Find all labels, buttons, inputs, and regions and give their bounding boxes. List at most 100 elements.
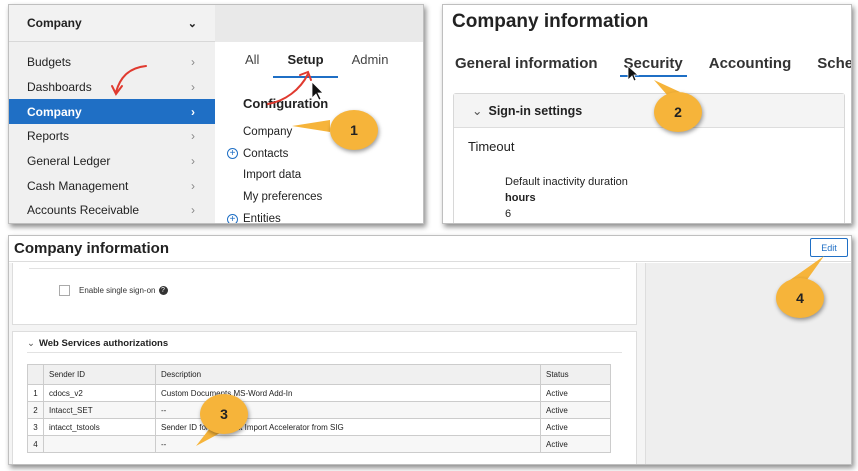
column-header[interactable]: Description bbox=[155, 364, 541, 385]
sidebar-item-label: Accounts Receivable bbox=[27, 203, 140, 218]
step-marker-1: 1 bbox=[330, 110, 378, 150]
sidebar: Company ⌄ Budgets › Dashboards › Company › … bbox=[9, 5, 215, 223]
web-services-header[interactable]: ⌄ Web Services authorizations bbox=[27, 338, 168, 349]
menu-item-entities[interactable]: + Entities bbox=[227, 208, 423, 224]
menu-item-label: Entities bbox=[243, 213, 281, 224]
sender-id-cell: cdocs_v2 bbox=[43, 384, 156, 402]
edit-button[interactable]: Edit bbox=[810, 238, 848, 257]
sidebar-item-cash-management[interactable]: Cash Management › bbox=[9, 173, 215, 198]
status-cell: Active bbox=[540, 401, 611, 419]
column-header[interactable]: Sender ID bbox=[43, 364, 156, 385]
chevron-down-icon[interactable]: ⌄ bbox=[27, 338, 35, 349]
section-title: Sign-in settings bbox=[488, 103, 583, 118]
sidebar-header[interactable]: Company ⌄ bbox=[9, 5, 215, 42]
step-marker-2: 2 bbox=[654, 92, 702, 132]
column-header bbox=[27, 364, 44, 385]
sidebar-item-reports[interactable]: Reports › bbox=[9, 124, 215, 149]
chevron-right-icon: › bbox=[191, 178, 195, 193]
sidebar-item-dashboards[interactable]: Dashboards › bbox=[9, 75, 215, 100]
tab-setup[interactable]: Setup bbox=[273, 52, 338, 78]
web-services-panel: Company information Edit Enable single s… bbox=[8, 235, 852, 465]
sidebar-item-label: Budgets bbox=[27, 55, 72, 70]
table-row[interactable]: 3 intacct_tstools Sender ID for Payment … bbox=[27, 418, 611, 436]
sidebar-item-budgets[interactable]: Budgets › bbox=[9, 50, 215, 75]
plus-circle-icon[interactable]: + bbox=[227, 148, 238, 160]
description-cell: -- bbox=[155, 435, 541, 453]
question-icon[interactable]: ? bbox=[158, 286, 168, 295]
row-number: 3 bbox=[27, 418, 44, 436]
page-header: Company information Edit bbox=[9, 236, 851, 262]
info-tabs: General information Security Accounting … bbox=[455, 55, 851, 77]
status-cell: Active bbox=[540, 384, 611, 402]
duration-value: 6 bbox=[505, 208, 512, 220]
duration-label: Default inactivity duration bbox=[505, 176, 628, 188]
divider bbox=[29, 268, 620, 269]
sso-label: Enable single sign-on bbox=[79, 286, 156, 295]
sidebar-item-label: Dashboards bbox=[27, 80, 92, 95]
web-services-card: ⌄ Web Services authorizations Sender ID D… bbox=[12, 331, 637, 464]
chevron-right-icon: › bbox=[191, 154, 195, 169]
chevron-right-icon: › bbox=[191, 104, 195, 119]
sidebar-item-company[interactable]: Company › bbox=[9, 99, 215, 125]
sidebar-item-label: Cash Management bbox=[27, 178, 129, 193]
sender-id-cell: Intacct_SET bbox=[43, 401, 156, 419]
step-marker-4: 4 bbox=[776, 278, 824, 318]
timeout-label: Timeout bbox=[468, 139, 515, 154]
sidebar-item-general-ledger[interactable]: General Ledger › bbox=[9, 149, 215, 174]
plus-circle-icon[interactable]: + bbox=[227, 213, 238, 223]
menu-item-label: Company bbox=[243, 125, 293, 138]
sso-card: Enable single sign-on ? bbox=[12, 263, 637, 325]
sidebar-item-label: Reports bbox=[27, 129, 70, 144]
chevron-right-icon: › bbox=[191, 80, 195, 95]
menu-item-label: Import data bbox=[243, 169, 302, 182]
sender-id-cell bbox=[43, 435, 156, 453]
menu-item-import-data[interactable]: Import data bbox=[243, 165, 423, 187]
menu-tabs: All Setup Admin bbox=[215, 42, 423, 78]
chevron-right-icon: › bbox=[191, 129, 195, 144]
tab-security[interactable]: Security bbox=[619, 55, 687, 77]
sidebar-item-label: General Ledger bbox=[27, 154, 111, 169]
security-tab-panel: Company information General information … bbox=[442, 4, 852, 224]
menu-top-bar bbox=[215, 5, 423, 42]
menu-body: Configuration Company + Contacts Import d… bbox=[215, 78, 423, 224]
sidebar-item-label: Company bbox=[27, 104, 82, 119]
sso-checkbox-row: Enable single sign-on ? bbox=[59, 285, 168, 296]
table-row[interactable]: 4 -- Active bbox=[27, 435, 611, 453]
tab-schedules[interactable]: Schedu bbox=[817, 55, 851, 72]
tab-all[interactable]: All bbox=[245, 52, 259, 69]
status-cell: Active bbox=[540, 435, 611, 453]
row-number: 4 bbox=[27, 435, 44, 453]
table-row[interactable]: 1 cdocs_v2 Custom Documents MS-Word Add-… bbox=[27, 384, 611, 402]
tab-accounting[interactable]: Accounting bbox=[709, 55, 792, 72]
status-cell: Active bbox=[540, 418, 611, 436]
tab-general-information[interactable]: General information bbox=[455, 55, 598, 72]
table-header-row: Sender ID Description Status bbox=[27, 364, 611, 385]
section-title: Web Services authorizations bbox=[38, 338, 169, 349]
inactivity-duration: Default inactivity duration hours 6 bbox=[505, 174, 628, 222]
chevron-down-icon: ⌄ bbox=[187, 17, 197, 30]
menu-item-contacts[interactable]: + Contacts bbox=[227, 143, 423, 165]
sidebar-header-label: Company bbox=[27, 16, 82, 30]
page-title: Company information bbox=[14, 240, 170, 257]
tab-admin[interactable]: Admin bbox=[352, 52, 389, 69]
column-header[interactable]: Status bbox=[540, 364, 611, 385]
sidebar-item-accounts-receivable[interactable]: Accounts Receivable › bbox=[9, 198, 215, 223]
sign-in-settings-header[interactable]: ⌄ Sign-in settings bbox=[454, 94, 844, 128]
table-row[interactable]: 2 Intacct_SET -- Active bbox=[27, 401, 611, 419]
divider bbox=[27, 352, 622, 353]
step-marker-3: 3 bbox=[200, 394, 248, 434]
chevron-down-icon[interactable]: ⌄ bbox=[472, 103, 482, 118]
chevron-right-icon: › bbox=[191, 203, 195, 218]
menu-item-label: My preferences bbox=[243, 191, 323, 204]
row-number: 1 bbox=[27, 384, 44, 402]
company-submenu: All Setup Admin Configuration Company + C… bbox=[215, 5, 423, 224]
section-title: Configuration bbox=[243, 96, 329, 111]
content-area: Enable single sign-on ? ⌄ Web Services au… bbox=[9, 263, 645, 464]
row-number: 2 bbox=[27, 401, 44, 419]
sender-id-cell: intacct_tstools bbox=[43, 418, 156, 436]
menu-item-my-preferences[interactable]: My preferences bbox=[243, 186, 423, 208]
duration-unit: hours bbox=[505, 192, 536, 204]
chevron-right-icon: › bbox=[191, 55, 195, 70]
page-title: Company information bbox=[452, 11, 649, 32]
sso-checkbox[interactable] bbox=[59, 285, 70, 296]
